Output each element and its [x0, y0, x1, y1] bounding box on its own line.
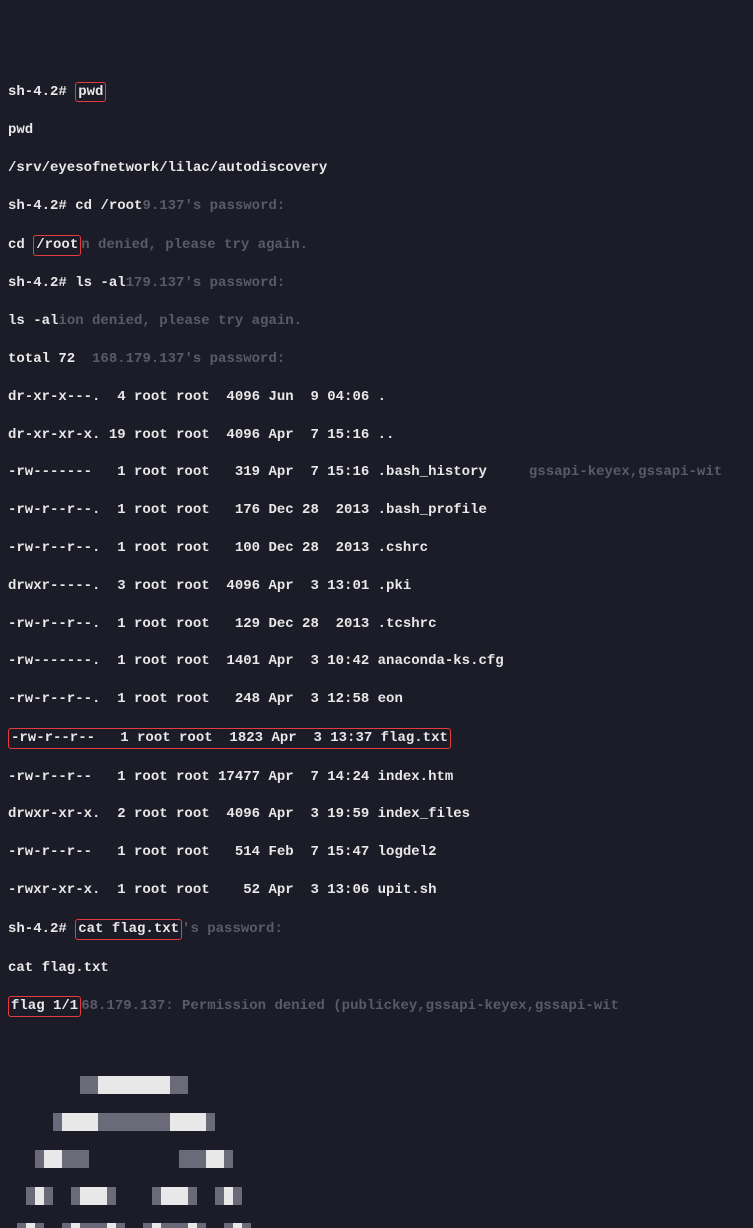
ghost-text: 179.137's password: [126, 275, 286, 291]
ls-row: -rw-r--r--. 1 root root 176 Dec 28 2013 … [8, 501, 745, 520]
ls-row: -rw-r--r--. 1 root root 100 Dec 28 2013 … [8, 539, 745, 558]
prompt-cd: sh-4.2# cd /root9.137's password: [8, 197, 745, 216]
ls-row: -rw-------. 1 root root 1401 Apr 3 10:42… [8, 652, 745, 671]
ls-row: -rw-r--r--. 1 root root 248 Apr 3 12:58 … [8, 690, 745, 709]
ls-row: -rw-r--r-- 1 root root 514 Feb 7 15:47 l… [8, 843, 745, 862]
highlight-flag: flag 1/1 [8, 996, 81, 1017]
ghost-text [75, 351, 92, 367]
ls-row: -rw-r--r-- 1 root root 17477 Apr 7 14:24… [8, 768, 745, 787]
ls-row: -rw-r--r--. 1 root root 129 Dec 28 2013 … [8, 615, 745, 634]
echo-ls: ls -alion denied, please try again. [8, 312, 745, 331]
highlight-cat: cat flag.txt [75, 919, 182, 940]
total-line: total 72 168.179.137's password: [8, 350, 745, 369]
echo-pwd: pwd [8, 121, 745, 140]
highlight-pwd: pwd [75, 82, 106, 103]
ls-row: -rw------- 1 root root 319 Apr 7 15:16 .… [8, 463, 745, 482]
highlight-root: /root [33, 235, 81, 256]
ls-row: dr-xr-xr-x. 19 root root 4096 Apr 7 15:1… [8, 426, 745, 445]
prompt-ls: sh-4.2# ls -al179.137's password: [8, 274, 745, 293]
highlight-flag-row: -rw-r--r-- 1 root root 1823 Apr 3 13:37 … [8, 728, 451, 749]
ghost-text [487, 464, 529, 480]
pwd-output: /srv/eyesofnetwork/lilac/autodiscovery [8, 159, 745, 178]
prompt-pwd: sh-4.2# pwd [8, 82, 745, 103]
echo-cat: cat flag.txt [8, 959, 745, 978]
ghost-text: 68.179.137: Permission denied (publickey… [81, 998, 619, 1014]
ghost-text: 's password: [182, 921, 283, 937]
ghost-text: 9.137's password: [142, 198, 285, 214]
prompt-cat: sh-4.2# cat flag.txt's password: [8, 919, 745, 940]
ghost-text: ion denied, please try again. [58, 313, 302, 329]
ls-row: drwxr-----. 3 root root 4096 Apr 3 13:01… [8, 577, 745, 596]
ghost-text: n denied, please try again. [81, 237, 308, 253]
ascii-art [8, 1057, 745, 1228]
flag-header: flag 1/168.179.137: Permission denied (p… [8, 996, 745, 1017]
ls-row: drwxr-xr-x. 2 root root 4096 Apr 3 19:59… [8, 805, 745, 824]
ls-row: -rwxr-xr-x. 1 root root 52 Apr 3 13:06 u… [8, 881, 745, 900]
ls-row-flag: -rw-r--r-- 1 root root 1823 Apr 3 13:37 … [8, 728, 745, 749]
echo-cd: cd /rootn denied, please try again. [8, 235, 745, 256]
ls-row: dr-xr-x---. 4 root root 4096 Jun 9 04:06… [8, 388, 745, 407]
